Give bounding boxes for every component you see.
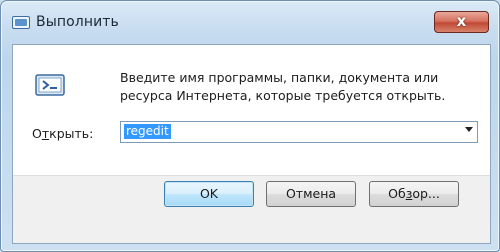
run-program-icon <box>35 74 65 96</box>
run-window-icon <box>12 16 30 29</box>
cancel-button[interactable]: Отмена <box>266 181 356 207</box>
open-label-suffix: крыть: <box>49 126 94 141</box>
run-dialog-window: Выполнить x Введите имя программы, папки… <box>0 0 500 252</box>
prompt-text: Введите имя программы, папки, документа … <box>120 70 446 103</box>
browse-label-prefix: Об <box>388 186 406 201</box>
title-bar[interactable]: Выполнить x <box>1 1 499 35</box>
ok-button[interactable]: OK <box>164 181 254 207</box>
open-label: Открыть: <box>32 126 93 141</box>
command-input[interactable]: regedit <box>124 124 171 139</box>
command-combobox[interactable]: regedit <box>120 121 478 143</box>
browse-label-suffix: ор... <box>412 186 440 201</box>
window-title: Выполнить <box>36 14 119 30</box>
dialog-content: Введите имя программы, папки, документа … <box>12 44 491 244</box>
browse-button[interactable]: Обзор... <box>369 181 459 207</box>
chevron-down-icon[interactable] <box>465 127 473 132</box>
open-label-prefix: О <box>32 126 42 141</box>
close-button[interactable]: x <box>434 11 489 33</box>
